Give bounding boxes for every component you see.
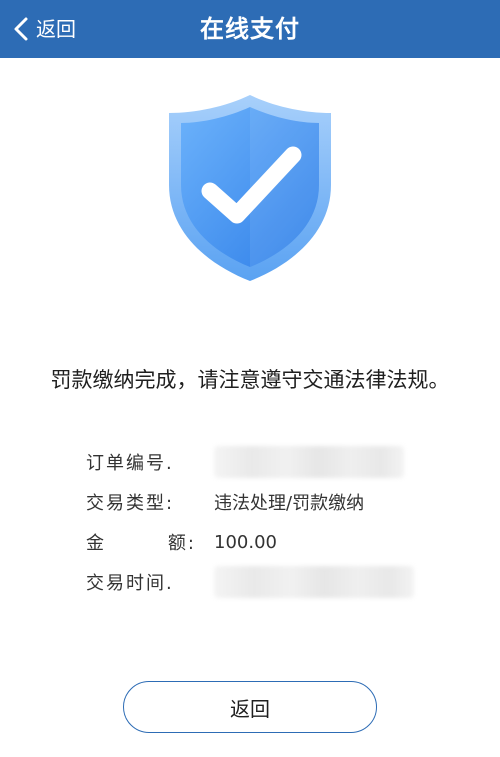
order-number-redacted: [214, 446, 404, 478]
transaction-time-label: 交易时间.: [86, 573, 174, 594]
transaction-details: 订单编号. 交易类型: 违法处理/罚款缴纳 金 额: 100.00 交易时间.: [86, 442, 446, 602]
transaction-time-row: 交易时间.: [86, 562, 446, 602]
top-bar: 返回 在线支付: [0, 0, 500, 58]
shield-check-icon: [169, 95, 331, 281]
amount-value: 100.00: [214, 531, 277, 553]
transaction-type-value: 违法处理/罚款缴纳: [214, 493, 365, 514]
order-number-row: 订单编号.: [86, 442, 446, 482]
amount-label: 金 额:: [86, 529, 196, 555]
page-title: 在线支付: [200, 15, 300, 43]
transaction-time-redacted: [214, 566, 414, 598]
order-number-label: 订单编号.: [86, 453, 174, 474]
transaction-type-row: 交易类型: 违法处理/罚款缴纳: [86, 482, 446, 522]
amount-label-left: 金: [86, 533, 106, 554]
return-button[interactable]: 返回: [123, 681, 377, 733]
transaction-type-label: 交易类型:: [86, 493, 175, 514]
amount-row: 金 额: 100.00: [86, 522, 446, 562]
amount-label-right: 额:: [167, 533, 196, 554]
success-message: 罚款缴纳完成，请注意遵守交通法律法规。: [50, 368, 450, 392]
